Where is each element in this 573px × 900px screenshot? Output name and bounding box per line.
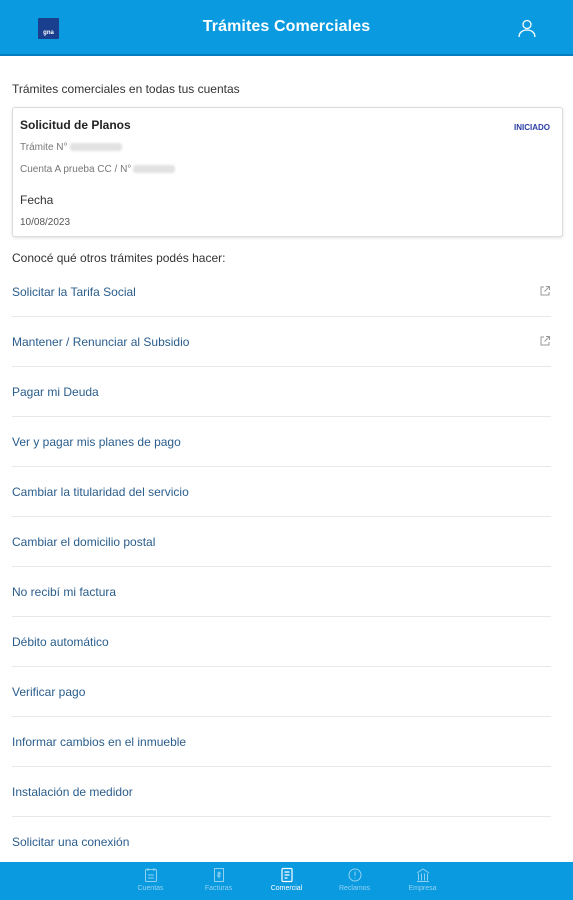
claims-icon bbox=[348, 868, 361, 882]
redacted-value bbox=[69, 143, 122, 152]
list-item-label: Ver y pagar mis planes de pago bbox=[12, 435, 181, 449]
list-item-label: Cambiar el domicilio postal bbox=[12, 535, 156, 549]
nav-item-cuentas[interactable]: Cuentas bbox=[117, 862, 185, 900]
tramite-label: Trámite N° bbox=[20, 142, 68, 153]
list-item[interactable]: Informar cambios en el inmueble bbox=[12, 717, 551, 767]
nav-item-reclamos[interactable]: Reclamos bbox=[321, 862, 389, 900]
external-link-icon bbox=[540, 336, 550, 346]
nav-item-comercial[interactable]: Comercial bbox=[253, 862, 321, 900]
external-link-icon bbox=[540, 286, 550, 296]
tramites-list: Solicitar la Tarifa Social Mantener / Re… bbox=[12, 267, 551, 862]
invoice-icon bbox=[213, 868, 224, 882]
list-item[interactable]: Instalación de medidor bbox=[12, 767, 551, 817]
accounts-icon bbox=[144, 868, 157, 882]
fecha-label: Fecha bbox=[20, 193, 54, 207]
bottom-navigation: Cuentas Facturas Comercial Reclamos Empr… bbox=[0, 862, 573, 900]
cuenta-label: Cuenta A prueba CC / N° bbox=[20, 164, 132, 175]
list-item-label: Mantener / Renunciar al Subsidio bbox=[12, 335, 190, 349]
list-item-label: Instalación de medidor bbox=[12, 785, 133, 799]
list-item[interactable]: Ver y pagar mis planes de pago bbox=[12, 417, 551, 467]
cuenta-number: Cuenta A prueba CC / N° bbox=[20, 164, 176, 175]
nav-label: Facturas bbox=[204, 885, 233, 892]
list-item-label: Pagar mi Deuda bbox=[12, 385, 99, 399]
fecha-value: 10/08/2023 bbox=[20, 217, 71, 228]
nav-item-facturas[interactable]: Facturas bbox=[185, 862, 253, 900]
nav-label: Empresa bbox=[408, 885, 437, 892]
list-item-label: Solicitar una conexión bbox=[12, 835, 130, 849]
list-item-label: Solicitar la Tarifa Social bbox=[12, 285, 136, 299]
tramite-card[interactable]: Solicitud de Planos INICIADO Trámite N° … bbox=[12, 107, 563, 237]
list-item[interactable]: Cambiar el domicilio postal bbox=[12, 517, 551, 567]
list-item[interactable]: Pagar mi Deuda bbox=[12, 367, 551, 417]
brand-logo: gna bbox=[38, 18, 59, 39]
list-item[interactable]: Débito automático bbox=[12, 617, 551, 667]
company-icon bbox=[416, 868, 429, 882]
list-item-label: Verificar pago bbox=[12, 685, 86, 699]
nav-item-empresa[interactable]: Empresa bbox=[389, 862, 457, 900]
list-item-label: No recibí mi factura bbox=[12, 585, 117, 599]
status-badge: INICIADO bbox=[514, 123, 550, 132]
list-item-label: Cambiar la titularidad del servicio bbox=[12, 485, 189, 499]
commercial-icon bbox=[280, 867, 293, 883]
tramite-number: Trámite N° bbox=[20, 142, 122, 153]
page-title: Trámites Comerciales bbox=[202, 18, 371, 35]
list-item[interactable]: Mantener / Renunciar al Subsidio bbox=[12, 317, 551, 367]
redacted-value bbox=[133, 165, 176, 174]
nav-label: Cuentas bbox=[137, 885, 164, 892]
section-title: Trámites comerciales en todas tus cuenta… bbox=[12, 82, 240, 96]
list-item[interactable]: Solicitar una conexión bbox=[12, 817, 551, 862]
list-item-label: Informar cambios en el inmueble bbox=[12, 735, 187, 749]
list-item-label: Débito automático bbox=[12, 635, 109, 649]
list-item[interactable]: Solicitar la Tarifa Social bbox=[12, 267, 551, 317]
app-header: gna Trámites Comerciales bbox=[0, 0, 573, 56]
nav-label: Reclamos bbox=[338, 885, 371, 892]
others-title: Conocé qué otros trámites podés hacer: bbox=[12, 251, 226, 265]
list-item[interactable]: No recibí mi factura bbox=[12, 567, 551, 617]
list-item[interactable]: Verificar pago bbox=[12, 667, 551, 717]
card-title: Solicitud de Planos bbox=[20, 118, 131, 132]
nav-label: Comercial bbox=[270, 885, 303, 892]
main-content: Trámites comerciales en todas tus cuenta… bbox=[0, 56, 573, 862]
user-icon[interactable] bbox=[517, 18, 537, 38]
list-item[interactable]: Cambiar la titularidad del servicio bbox=[12, 467, 551, 517]
